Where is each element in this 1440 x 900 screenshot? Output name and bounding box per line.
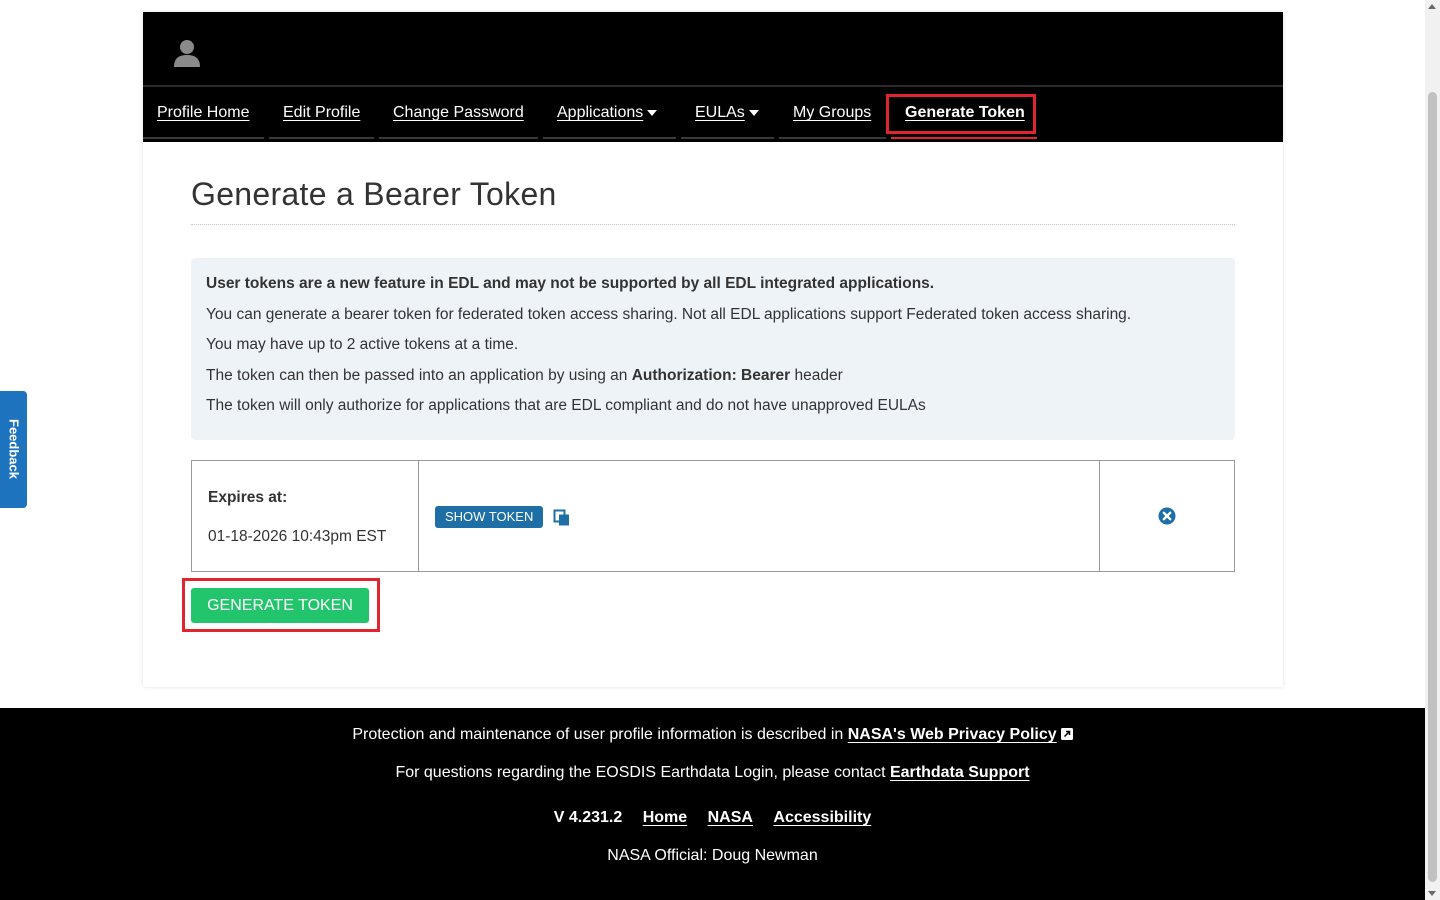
nav-label: EULAs xyxy=(695,104,745,121)
nav-change-password[interactable]: Change Password xyxy=(379,87,538,139)
privacy-policy-link[interactable]: NASA's Web Privacy Policy xyxy=(848,726,1057,743)
caret-down-icon xyxy=(647,109,658,116)
external-link-icon xyxy=(1060,728,1073,740)
nav-label: My Groups xyxy=(793,104,872,121)
profile-card: Profile Home Edit Profile Change Passwor… xyxy=(143,12,1283,687)
profile-nav: Profile Home Edit Profile Change Passwor… xyxy=(143,87,1283,142)
footer-link-accessibility[interactable]: Accessibility xyxy=(773,809,871,826)
nav-label: Change Password xyxy=(393,104,524,121)
user-icon[interactable] xyxy=(173,38,201,68)
info-warning: User tokens are a new feature in EDL and… xyxy=(206,275,935,292)
nav-label: Applications xyxy=(557,104,644,121)
info-text: The token can then be passed into an app… xyxy=(206,366,628,384)
nav-my-groups[interactable]: My Groups xyxy=(779,87,886,139)
token-table: Expires at: 01-18-2026 10:43pm EST SHOW … xyxy=(191,460,1235,572)
caret-down-icon xyxy=(748,109,759,116)
earthdata-support-link[interactable]: Earthdata Support xyxy=(890,764,1030,781)
nav-label: Profile Home xyxy=(157,104,250,121)
nav-applications-dropdown[interactable]: Applications xyxy=(543,87,676,139)
footer-link-nasa[interactable]: NASA xyxy=(708,809,753,826)
nav-profile-home[interactable]: Profile Home xyxy=(143,87,264,139)
generate-token-button[interactable]: GENERATE TOKEN xyxy=(191,588,369,623)
show-token-button[interactable]: SHOW TOKEN xyxy=(435,506,544,528)
info-box: User tokens are a new feature in EDL and… xyxy=(191,258,1235,440)
nav-label: Generate Token xyxy=(905,104,1025,121)
feedback-label: Feedback xyxy=(6,419,22,479)
page-title: Generate a Bearer Token xyxy=(191,176,557,212)
footer-text: Protection and maintenance of user profi… xyxy=(352,726,844,743)
footer-privacy: Protection and maintenance of user profi… xyxy=(0,726,1425,744)
info-line: You can generate a bearer token for fede… xyxy=(206,305,1132,323)
footer-text: For questions regarding the EOSDIS Earth… xyxy=(395,764,886,781)
expires-label: Expires at: xyxy=(208,489,288,506)
cell-divider xyxy=(418,461,419,571)
nav-generate-token[interactable]: Generate Token xyxy=(891,87,1037,139)
footer-links: V 4.231.2 Home NASA Accessibility xyxy=(0,809,1425,827)
expires-value: 01-18-2026 10:43pm EST xyxy=(208,528,387,545)
nav-label: Edit Profile xyxy=(283,104,361,121)
info-line: The token can then be passed into an app… xyxy=(206,364,1220,395)
cell-divider xyxy=(1099,461,1100,571)
footer-link-home[interactable]: Home xyxy=(643,809,687,826)
feedback-tab[interactable]: Feedback xyxy=(0,391,27,508)
scrollbar-thumb[interactable] xyxy=(1428,92,1437,882)
info-line: The token will only authorize for applic… xyxy=(206,397,926,414)
nav-eulas-dropdown[interactable]: EULAs xyxy=(681,87,774,139)
page: Profile Home Edit Profile Change Passwor… xyxy=(0,0,1425,900)
scroll-down-arrow-icon[interactable] xyxy=(1428,891,1436,896)
info-line: You may have up to 2 active tokens at a … xyxy=(206,336,519,353)
footer-support: For questions regarding the EOSDIS Earth… xyxy=(0,764,1425,782)
auth-header-name: Authorization: Bearer xyxy=(631,366,791,384)
nasa-official: NASA Official: Doug Newman xyxy=(607,847,818,864)
title-divider xyxy=(191,224,1235,225)
vertical-scrollbar[interactable] xyxy=(1425,0,1440,900)
copy-icon[interactable] xyxy=(553,509,571,527)
remove-circle-icon[interactable] xyxy=(1158,507,1176,525)
info-text: header xyxy=(794,366,843,384)
footer: Protection and maintenance of user profi… xyxy=(0,708,1425,900)
scroll-up-arrow-icon[interactable] xyxy=(1428,4,1436,9)
top-bar xyxy=(143,12,1283,85)
version-label: V 4.231.2 xyxy=(553,809,623,826)
nav-edit-profile[interactable]: Edit Profile xyxy=(269,87,374,139)
